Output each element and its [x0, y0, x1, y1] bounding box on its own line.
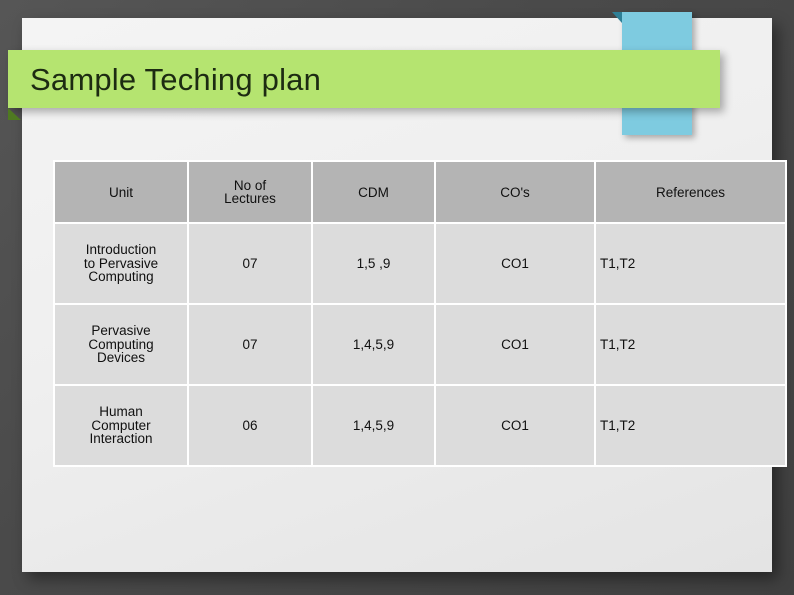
- cell-unit-line3: Computing: [88, 269, 154, 285]
- cell-cdm: 1,4,5,9: [313, 305, 436, 386]
- blue-accent-fold: [612, 12, 622, 23]
- cell-cdm: 1,5 ,9: [313, 224, 436, 305]
- cell-unit-line3: Devices: [96, 350, 145, 366]
- cell-cos: CO1: [436, 386, 596, 467]
- cell-lectures: 06: [189, 386, 313, 467]
- column-header-unit: Unit: [53, 160, 189, 224]
- table-row: Human Computer Interaction 06 1,4,5,9 CO…: [53, 386, 787, 467]
- cell-unit-line2: Computing: [88, 336, 154, 352]
- presentation-canvas: Sample Teching plan Unit No of Lectures …: [0, 0, 794, 595]
- cell-cos: CO1: [436, 305, 596, 386]
- cell-cos: CO1: [436, 224, 596, 305]
- cell-lectures: 07: [189, 224, 313, 305]
- cell-references: T1,T2: [596, 386, 787, 467]
- cell-unit-line2: to Pervasive: [83, 255, 159, 271]
- cell-unit-line1: Introduction: [85, 242, 157, 258]
- title-banner-fold: [8, 108, 21, 120]
- slide-title: Sample Teching plan: [30, 62, 322, 97]
- cell-lectures: 07: [189, 305, 313, 386]
- table-header-row: Unit No of Lectures CDM CO's References: [53, 160, 787, 224]
- cell-unit: Human Computer Interaction: [53, 386, 189, 467]
- table-body: Introduction to Pervasive Computing 07 1…: [53, 224, 787, 467]
- cell-unit-line1: Pervasive: [91, 323, 151, 339]
- table-header: Unit No of Lectures CDM CO's References: [53, 160, 787, 224]
- cell-unit-line3: Interaction: [89, 431, 153, 447]
- cell-cdm: 1,4,5,9: [313, 386, 436, 467]
- column-header-lectures: No of Lectures: [189, 160, 313, 224]
- cell-references: T1,T2: [596, 224, 787, 305]
- table-row: Pervasive Computing Devices 07 1,4,5,9 C…: [53, 305, 787, 386]
- column-header-lectures-line2: Lectures: [224, 191, 276, 206]
- cell-unit: Pervasive Computing Devices: [53, 305, 189, 386]
- cell-unit-line1: Human: [99, 404, 143, 420]
- cell-references: T1,T2: [596, 305, 787, 386]
- cell-unit: Introduction to Pervasive Computing: [53, 224, 189, 305]
- table-row: Introduction to Pervasive Computing 07 1…: [53, 224, 787, 305]
- column-header-cdm: CDM: [313, 160, 436, 224]
- teaching-plan-table: Unit No of Lectures CDM CO's References …: [53, 160, 787, 467]
- column-header-references: References: [596, 160, 787, 224]
- column-header-cos: CO's: [436, 160, 596, 224]
- cell-unit-line2: Computer: [91, 417, 151, 433]
